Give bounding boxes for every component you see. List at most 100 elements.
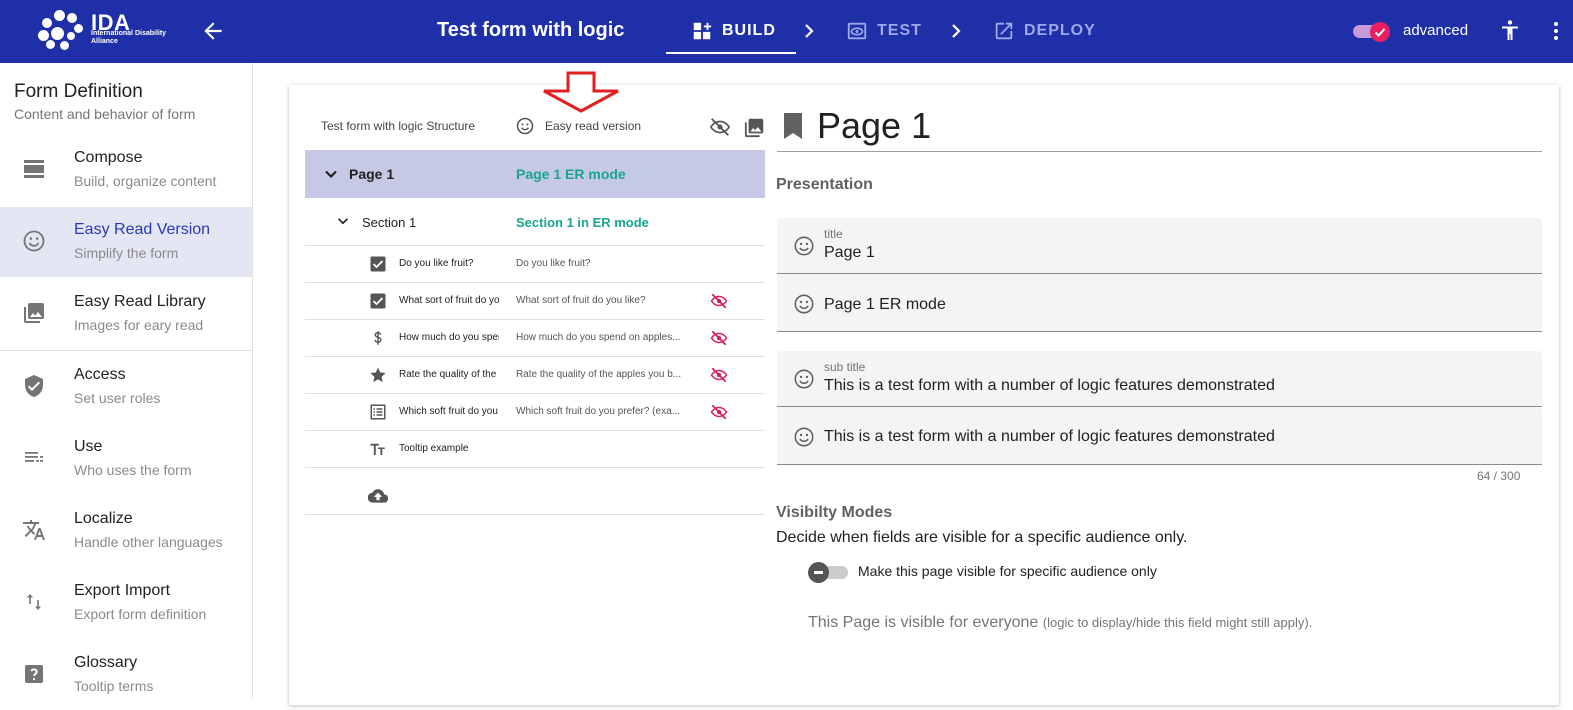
sidebar-item-sub: Handle other languages bbox=[74, 534, 223, 550]
checkbox-icon bbox=[370, 256, 386, 272]
question-label: Which soft fruit do you prefer? bbox=[399, 406, 499, 417]
sidebar-item-use[interactable]: Use Who uses the form bbox=[0, 424, 252, 494]
tab-build-label: BUILD bbox=[722, 22, 776, 39]
tree-question-row[interactable]: Tooltip example bbox=[305, 431, 765, 468]
tab-test[interactable]: TEST bbox=[846, 20, 922, 42]
tree-question-row[interactable]: Rate the quality of the apples Rate the … bbox=[305, 357, 765, 394]
text-size-icon bbox=[370, 443, 385, 455]
subtitle-er-field[interactable]: This is a test form with a number of log… bbox=[777, 407, 1542, 465]
more-vert-icon[interactable] bbox=[1552, 20, 1560, 42]
test-eye-icon bbox=[847, 22, 867, 40]
tree-question-row[interactable]: Do you like fruit? Do you like fruit? bbox=[305, 246, 765, 283]
sidebar-item-label: Easy Read Library bbox=[74, 293, 206, 310]
subtitle-field[interactable]: sub title This is a test form with a num… bbox=[777, 351, 1542, 407]
tree-question-row[interactable]: How much do you spend on apples? How muc… bbox=[305, 320, 765, 357]
sidebar-item-access[interactable]: Access Set user roles bbox=[0, 352, 252, 422]
tree-upload-row[interactable] bbox=[305, 468, 765, 515]
cloud-upload-icon[interactable] bbox=[368, 486, 388, 506]
smiley-icon bbox=[516, 117, 534, 135]
tab-build[interactable]: BUILD bbox=[691, 20, 776, 42]
active-tab-indicator bbox=[666, 52, 796, 54]
sidebar-title: Form Definition bbox=[14, 81, 143, 102]
deploy-open-icon bbox=[995, 22, 1013, 40]
visibility-off-icon[interactable] bbox=[709, 292, 729, 310]
image-icon[interactable] bbox=[744, 116, 766, 138]
title-er-field[interactable]: Page 1 ER mode bbox=[777, 274, 1542, 332]
sidebar: Form Definition Content and behavior of … bbox=[0, 63, 253, 698]
easy-read-header-label: Easy read version bbox=[545, 119, 642, 133]
question-label: How much do you spend on apples? bbox=[399, 332, 499, 343]
logo-subtitle: International Disability Alliance bbox=[91, 30, 167, 45]
sidebar-item-label: Glossary bbox=[74, 654, 138, 671]
sidebar-item-easy-read-library[interactable]: Easy Read Library Images for eary read bbox=[0, 279, 252, 349]
page-title: Page 1 bbox=[817, 105, 932, 146]
sidebar-item-export-import[interactable]: Export Import Export form definition bbox=[0, 568, 252, 638]
tree-question-row[interactable]: Which soft fruit do you prefer? Which so… bbox=[305, 394, 765, 431]
tab-deploy[interactable]: DEPLOY bbox=[993, 20, 1096, 42]
title-field[interactable]: title Page 1 bbox=[777, 218, 1542, 274]
subtitle-er-field-value: This is a test form with a number of log… bbox=[824, 428, 1275, 445]
visibility-off-icon[interactable] bbox=[709, 366, 729, 384]
page-heading: Page 1 bbox=[777, 103, 1542, 152]
question-er-label: Do you like fruit? bbox=[516, 258, 591, 269]
subtitle-field-label: sub title bbox=[824, 360, 866, 374]
sidebar-item-label: Use bbox=[74, 438, 103, 455]
sidebar-item-glossary[interactable]: Glossary Tooltip terms bbox=[0, 640, 252, 710]
chevron-down-icon[interactable] bbox=[336, 214, 350, 228]
advanced-label: advanced bbox=[1403, 22, 1469, 39]
sidebar-item-compose[interactable]: Compose Build, organize content bbox=[0, 135, 252, 205]
sidebar-item-sub: Build, organize content bbox=[74, 173, 217, 189]
tree-question-row[interactable]: What sort of fruit do you like? What sor… bbox=[305, 283, 765, 320]
visibility-status: This Page is visible for everyone (logic… bbox=[808, 614, 1312, 632]
sidebar-item-label: Export Import bbox=[74, 582, 171, 599]
audience-visibility-toggle[interactable] bbox=[808, 562, 848, 583]
back-arrow-icon[interactable] bbox=[200, 18, 226, 44]
chevron-down-icon[interactable] bbox=[323, 166, 339, 182]
form-title: Test form with logic bbox=[437, 19, 625, 41]
audience-visibility-toggle-label: Make this page visible for specific audi… bbox=[858, 563, 1157, 579]
visibility-off-icon[interactable] bbox=[709, 329, 729, 347]
sidebar-item-localize[interactable]: Localize Handle other languages bbox=[0, 496, 252, 566]
visibility-status-note: (logic to display/hide this field might … bbox=[1042, 615, 1309, 630]
checkbox-icon bbox=[370, 293, 386, 309]
chevron-right-icon bbox=[805, 24, 814, 38]
sidebar-item-label: Compose bbox=[74, 149, 143, 166]
question-er-label: Rate the quality of the apples you b... bbox=[516, 369, 682, 380]
logo-mark-icon bbox=[38, 10, 86, 50]
translate-icon bbox=[23, 520, 45, 540]
sidebar-item-label: Easy Read Version bbox=[74, 221, 211, 238]
swap-vertical-icon bbox=[27, 594, 41, 610]
question-er-label: Which soft fruit do you prefer? (exa... bbox=[516, 406, 680, 417]
character-counter: 64 / 300 bbox=[1477, 469, 1521, 483]
tree-section-row[interactable]: Section 1 Section 1 in ER mode bbox=[305, 198, 765, 246]
sidebar-item-easy-read-version[interactable]: Easy Read Version Simplify the form bbox=[0, 207, 252, 277]
sidebar-item-sub: Who uses the form bbox=[74, 462, 192, 478]
sidebar-item-sub: Tooltip terms bbox=[74, 678, 154, 694]
sidebar-item-sub: Export form definition bbox=[74, 606, 207, 622]
dollar-icon bbox=[374, 331, 382, 345]
visibility-off-icon[interactable] bbox=[709, 403, 729, 421]
sidebar-divider bbox=[0, 350, 252, 351]
accessibility-icon[interactable] bbox=[1498, 18, 1522, 44]
title-field-label: title bbox=[824, 227, 843, 241]
section-label: Section 1 bbox=[362, 215, 417, 230]
bookmark-icon bbox=[784, 113, 802, 139]
visibility-status-end: . bbox=[1308, 615, 1313, 630]
visibility-off-icon[interactable] bbox=[709, 116, 731, 138]
question-label: Rate the quality of the apples bbox=[399, 369, 499, 380]
visibility-modes-heading: Visibilty Modes bbox=[776, 504, 893, 521]
smiley-icon bbox=[794, 236, 814, 256]
shield-icon bbox=[25, 375, 43, 397]
question-label: Tooltip example bbox=[399, 443, 469, 454]
tree-page-row[interactable]: Page 1 Page 1 ER mode bbox=[305, 150, 765, 198]
sidebar-item-sub: Images for eary read bbox=[74, 317, 204, 333]
advanced-toggle[interactable] bbox=[1353, 22, 1391, 42]
star-icon bbox=[370, 367, 386, 383]
section-er-label: Section 1 in ER mode bbox=[516, 215, 649, 230]
sidebar-item-label: Localize bbox=[74, 510, 133, 527]
tab-deploy-label: DEPLOY bbox=[1024, 22, 1096, 39]
list-icon bbox=[25, 452, 43, 462]
sidebar-item-sub: Simplify the form bbox=[74, 245, 179, 261]
structure-tree-header: Test form with logic Structure Easy read… bbox=[320, 112, 770, 142]
smiley-icon bbox=[794, 427, 814, 447]
